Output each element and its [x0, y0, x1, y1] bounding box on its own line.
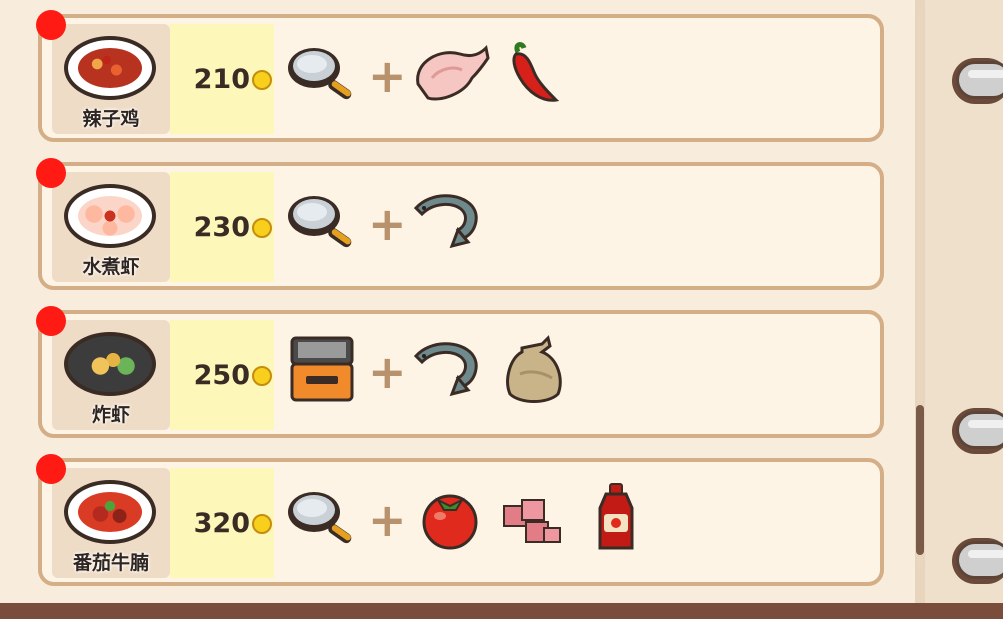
price-value: 230 [193, 212, 250, 243]
frying-pan-icon [286, 38, 358, 110]
coin-icon [252, 70, 272, 90]
dish-image [64, 184, 156, 248]
recipe-card-fan-qie-niu-nan[interactable]: 番茄牛腩 320 + [36, 454, 884, 586]
coin-icon [252, 218, 272, 238]
price-value: 250 [193, 360, 250, 391]
frying-pan-icon [286, 482, 358, 554]
chili-pepper-icon [504, 38, 576, 110]
plus-icon: + [368, 49, 407, 103]
binder-ring [952, 58, 1003, 106]
chicken-icon [410, 38, 490, 110]
price-tile: 250 [170, 320, 274, 430]
coin-icon [252, 514, 272, 534]
dish-image [64, 36, 156, 100]
price-value: 210 [193, 64, 250, 95]
price-value: 320 [193, 508, 250, 539]
dish-name: 辣子鸡 [82, 108, 140, 130]
scrollbar-thumb[interactable] [916, 405, 924, 555]
recipe-card-la-zi-ji[interactable]: 辣子鸡 210 + [36, 10, 884, 142]
bottom-border [0, 603, 1003, 619]
deep-fryer-icon [286, 334, 358, 406]
new-indicator-dot [36, 454, 66, 484]
new-indicator-dot [36, 10, 66, 40]
frying-pan-icon [286, 186, 358, 258]
new-indicator-dot [36, 158, 66, 188]
dish-tile: 番茄牛腩 [52, 468, 170, 578]
tomato-icon [418, 482, 490, 554]
price-tile: 320 [170, 468, 274, 578]
dish-image [64, 332, 156, 396]
binder-ring [952, 538, 1003, 586]
recipe-card-shui-zhu-xia[interactable]: 水煮虾 230 + [36, 158, 884, 290]
dish-tile: 辣子鸡 [52, 24, 170, 134]
price-tile: 230 [170, 172, 274, 282]
shrimp-icon [410, 334, 482, 406]
new-indicator-dot [36, 306, 66, 336]
dish-image [64, 480, 156, 544]
coin-icon [252, 366, 272, 386]
beef-cubes-icon [496, 482, 568, 554]
dish-name: 番茄牛腩 [72, 552, 149, 574]
binder-ring [952, 408, 1003, 456]
dish-name: 炸虾 [91, 404, 130, 426]
dish-name: 水煮虾 [82, 256, 140, 278]
shrimp-icon [410, 186, 482, 258]
plus-icon: + [368, 493, 407, 547]
dish-tile: 水煮虾 [52, 172, 170, 282]
dish-tile: 炸虾 [52, 320, 170, 430]
price-tile: 210 [170, 24, 274, 134]
plus-icon: + [368, 345, 407, 399]
recipe-card-zha-xia[interactable]: 炸虾 250 + [36, 306, 884, 438]
ketchup-bottle-icon [592, 482, 664, 554]
plus-icon: + [368, 197, 407, 251]
flour-sack-icon [498, 334, 570, 406]
